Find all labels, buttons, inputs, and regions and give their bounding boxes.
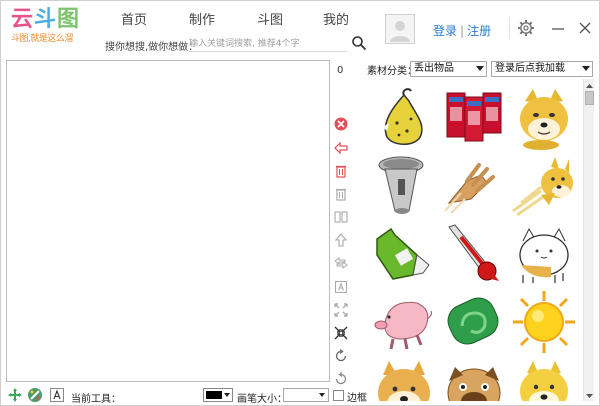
sticker-green-soap[interactable] (441, 289, 507, 355)
sticker-pig[interactable] (371, 289, 437, 355)
border-label: 边框 (347, 393, 367, 404)
sticker-sun[interactable] (511, 289, 577, 355)
undo-arrow-icon[interactable] (333, 140, 349, 156)
sticker-thermometer[interactable] (441, 221, 507, 287)
flip-horizontal-icon[interactable] (333, 209, 349, 225)
chevron-down-icon (224, 393, 230, 397)
swap-arrows-icon[interactable] (333, 255, 349, 271)
category-select[interactable]: 丢出物品 (410, 61, 487, 77)
pen-size-select[interactable] (283, 388, 329, 402)
search-label: 搜你想搜,做你想做： (105, 42, 199, 53)
sticker-doge-face[interactable] (511, 85, 577, 151)
title-bar: 云斗图 斗图,就是这么溜 首页 制作 斗图 我的 搜你想搜,做你想做： 登录|注… (1, 1, 599, 57)
app-window: 云斗图 斗图,就是这么溜 首页 制作 斗图 我的 搜你想搜,做你想做： 登录|注… (0, 0, 600, 406)
nav-home[interactable]: 首页 (121, 9, 147, 28)
color-swatch (206, 391, 222, 399)
register-link[interactable]: 注册 (467, 24, 491, 38)
sticker-scrollbar[interactable] (583, 79, 594, 401)
scroll-thumb[interactable] (585, 91, 594, 105)
search-input[interactable] (189, 36, 347, 52)
shrink-icon[interactable] (333, 325, 349, 341)
sticker-pear[interactable] (371, 85, 437, 151)
brush-palette-icon[interactable] (27, 387, 43, 403)
tool-strip (333, 116, 351, 386)
main-nav: 首页 制作 斗图 我的 (105, 9, 353, 31)
text-a-icon[interactable] (49, 387, 65, 403)
chevron-down-icon (476, 66, 484, 71)
pen-size-label: 画笔大小： (237, 394, 287, 405)
drawing-canvas[interactable] (6, 60, 330, 382)
expand-icon[interactable] (333, 302, 349, 318)
border-checkbox[interactable] (333, 390, 344, 401)
sticker-red-boxes[interactable] (441, 85, 507, 151)
current-tool-label: 当前工具： (71, 394, 121, 405)
move-up-icon[interactable] (333, 232, 349, 248)
close-icon[interactable] (576, 19, 594, 37)
login-link[interactable]: 登录 (433, 24, 457, 38)
bottom-toolbar: 当前工具： 画笔大小： 边框 (1, 385, 599, 405)
minimize-icon[interactable] (549, 19, 567, 37)
text-tool-icon[interactable] (333, 279, 349, 295)
logo-subtitle: 斗图,就是这么溜 (11, 34, 73, 44)
scroll-up-icon[interactable] (585, 80, 594, 90)
settings-gear-icon[interactable] (517, 19, 535, 37)
logo-title: 云斗图 (11, 7, 81, 32)
sticker-grid (367, 81, 581, 401)
load-select[interactable]: 登录后点我加载 (491, 61, 593, 77)
nav-doutu[interactable]: 斗图 (257, 9, 283, 28)
move-cross-icon[interactable] (7, 387, 23, 403)
app-logo: 云斗图 斗图,就是这么溜 (11, 7, 89, 47)
search-icon[interactable] (351, 35, 367, 51)
search-bar: 搜你想搜,做你想做： (105, 36, 371, 54)
divider (509, 17, 510, 39)
sticker-flying-hand[interactable] (441, 153, 507, 219)
delete-red-icon[interactable] (333, 163, 349, 179)
rotate-icon[interactable] (333, 348, 349, 364)
user-silhouette-icon (386, 15, 414, 43)
pen-color-picker[interactable] (203, 388, 233, 402)
sticker-microphone[interactable] (371, 153, 437, 219)
nav-mine[interactable]: 我的 (323, 9, 349, 28)
sticker-flying-doge[interactable] (511, 153, 577, 219)
sticker-cat-blob[interactable] (511, 221, 577, 287)
chevron-down-icon (582, 66, 590, 71)
item-counter: 0 (337, 65, 344, 76)
avatar[interactable] (385, 14, 415, 44)
account-links: 登录 | 注册 (433, 24, 492, 38)
sticker-green-bottle[interactable] (371, 221, 437, 287)
trash-icon[interactable] (333, 186, 349, 202)
chevron-down-icon (319, 393, 325, 397)
nav-make[interactable]: 制作 (189, 9, 215, 28)
clear-canvas-icon[interactable] (333, 116, 349, 132)
